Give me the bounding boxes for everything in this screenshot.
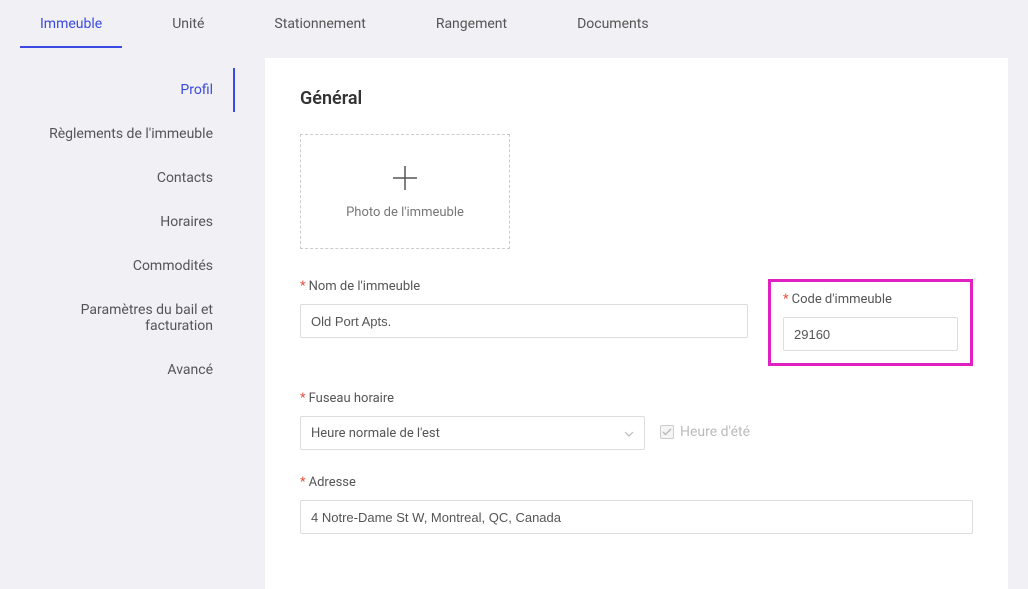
tab-rangement[interactable]: Rangement: [416, 0, 527, 48]
photo-upload[interactable]: Photo de l'immeuble: [300, 134, 510, 249]
sidebar: Profil Règlements de l'immeuble Contacts…: [0, 58, 235, 589]
input-building-code[interactable]: [783, 317, 958, 351]
tab-unite[interactable]: Unité: [152, 0, 224, 48]
sidebar-item-commodites[interactable]: Commodités: [0, 244, 235, 288]
group-building-code: *Code d'immeuble: [783, 292, 958, 351]
sidebar-item-profil[interactable]: Profil: [0, 68, 235, 112]
group-dst: Heure d'été: [660, 424, 750, 440]
tab-immeuble[interactable]: Immeuble: [20, 0, 122, 48]
photo-upload-label: Photo de l'immeuble: [346, 205, 464, 220]
check-icon: [662, 428, 672, 436]
row-timezone: *Fuseau horaire Heure normale de l'est H…: [300, 391, 973, 450]
label-building-code-text: Code d'immeuble: [792, 292, 892, 307]
sidebar-item-parametres[interactable]: Paramètres du bail et facturation: [0, 288, 235, 348]
section-title: Général: [300, 88, 973, 109]
checkbox-dst[interactable]: [660, 425, 674, 439]
input-building-name[interactable]: [300, 304, 748, 338]
sidebar-item-contacts[interactable]: Contacts: [0, 156, 235, 200]
label-timezone-text: Fuseau horaire: [309, 391, 394, 406]
row-address: *Adresse: [300, 475, 973, 534]
label-dst: Heure d'été: [680, 424, 750, 440]
group-address: *Adresse: [300, 475, 973, 534]
label-building-name-text: Nom de l'immeuble: [309, 279, 421, 294]
main-panel: Général Photo de l'immeuble *Nom de l'im…: [265, 58, 1008, 589]
timezone-container: *Fuseau horaire Heure normale de l'est H…: [300, 391, 750, 450]
select-timezone-value: Heure normale de l'est: [311, 426, 440, 441]
sidebar-item-reglements[interactable]: Règlements de l'immeuble: [0, 112, 235, 156]
content-area: Profil Règlements de l'immeuble Contacts…: [0, 48, 1028, 589]
sidebar-item-avance[interactable]: Avancé: [0, 348, 235, 392]
select-timezone[interactable]: Heure normale de l'est: [300, 416, 645, 450]
tab-stationnement[interactable]: Stationnement: [254, 0, 385, 48]
chevron-down-icon: [624, 426, 634, 441]
label-address-text: Adresse: [309, 475, 356, 490]
group-timezone: *Fuseau horaire Heure normale de l'est: [300, 391, 645, 450]
input-address[interactable]: [300, 500, 973, 534]
row-name-code: *Nom de l'immeuble *Code d'immeuble: [300, 279, 973, 366]
tab-documents[interactable]: Documents: [557, 0, 668, 48]
top-tabs: Immeuble Unité Stationnement Rangement D…: [0, 0, 1028, 48]
label-building-code: *Code d'immeuble: [783, 292, 958, 307]
plus-icon: [390, 163, 420, 193]
label-address: *Adresse: [300, 475, 973, 490]
group-building-name: *Nom de l'immeuble: [300, 279, 748, 338]
sidebar-item-horaires[interactable]: Horaires: [0, 200, 235, 244]
label-building-name: *Nom de l'immeuble: [300, 279, 748, 294]
label-timezone: *Fuseau horaire: [300, 391, 645, 406]
highlight-code: *Code d'immeuble: [768, 279, 973, 366]
